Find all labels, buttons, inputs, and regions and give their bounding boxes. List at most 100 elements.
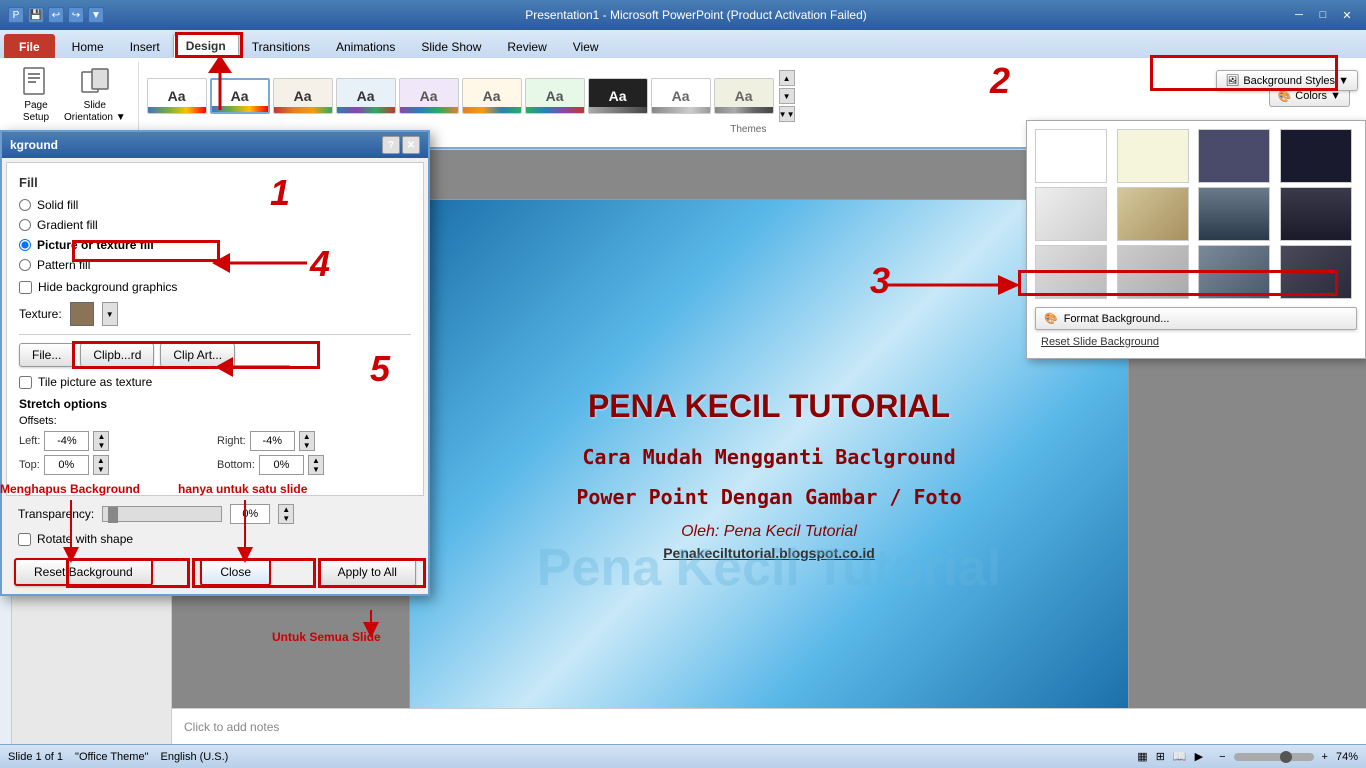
theme-9[interactable]: Aa	[651, 78, 711, 114]
theme-10[interactable]: Aa	[714, 78, 774, 114]
texture-preview[interactable]	[70, 302, 94, 326]
bottom-offset-input[interactable]	[259, 455, 304, 475]
theme-3[interactable]: Aa	[273, 78, 333, 114]
bg-style-10[interactable]	[1117, 245, 1189, 299]
tile-checkbox[interactable]	[19, 376, 32, 389]
zoom-out-icon[interactable]: −	[1219, 751, 1225, 763]
theme-scroll-more[interactable]: ▼▼	[779, 106, 795, 122]
theme-5[interactable]: Aa	[399, 78, 459, 114]
close-button-dialog[interactable]: Close	[200, 558, 271, 586]
reset-slide-bg-button[interactable]: Reset Slide Background	[1035, 334, 1357, 350]
dialog-close-button[interactable]: ✕	[402, 136, 420, 154]
theme-4[interactable]: Aa	[336, 78, 396, 114]
bg-style-3[interactable]	[1198, 129, 1270, 183]
minimize-button[interactable]: ─	[1288, 5, 1310, 25]
tab-home[interactable]: Home	[59, 34, 117, 58]
zoom-in-icon[interactable]: +	[1322, 751, 1328, 763]
theme-1[interactable]: Aa	[147, 78, 207, 114]
hide-background-option[interactable]: Hide background graphics	[19, 280, 411, 294]
hide-background-label: Hide background graphics	[38, 280, 177, 294]
rotate-label: Rotate with shape	[37, 532, 133, 546]
view-reading-icon[interactable]: 📖	[1173, 750, 1187, 763]
bg-style-12[interactable]	[1280, 245, 1352, 299]
clipboard-button[interactable]: Clipb...rd	[80, 343, 154, 367]
tile-label: Tile picture as texture	[38, 375, 152, 389]
view-slide-sorter-icon[interactable]: ⊞	[1156, 750, 1165, 763]
ribbon-tabs: File Home Insert Design Transitions Anim…	[0, 30, 1366, 58]
left-offset-spinner[interactable]: ▲▼	[93, 431, 109, 451]
app-icon[interactable]: P	[8, 7, 24, 23]
theme-8[interactable]: Aa	[588, 78, 648, 114]
fill-section-title: Fill	[19, 175, 411, 190]
format-background-button[interactable]: 🎨 Format Background...	[1035, 307, 1357, 330]
right-offset-spinner[interactable]: ▲▼	[299, 431, 315, 451]
dialog-help-button[interactable]: ?	[382, 136, 400, 154]
tab-file[interactable]: File	[4, 34, 55, 58]
theme-6[interactable]: Aa	[462, 78, 522, 114]
transparency-input[interactable]	[230, 504, 270, 524]
tab-slideshow[interactable]: Slide Show	[408, 34, 494, 58]
bg-style-7[interactable]	[1198, 187, 1270, 241]
texture-dropdown[interactable]: ▼	[102, 302, 118, 326]
rotate-checkbox-row[interactable]: Rotate with shape	[18, 532, 412, 546]
bg-style-9[interactable]	[1035, 245, 1107, 299]
restore-button[interactable]: □	[1312, 5, 1334, 25]
stretch-options: Stretch options Offsets: Left: ▲▼ Right:…	[19, 397, 411, 475]
bg-style-11[interactable]	[1198, 245, 1270, 299]
theme-7[interactable]: Aa	[525, 78, 585, 114]
tab-design[interactable]: Design	[173, 34, 239, 58]
bg-style-1[interactable]	[1035, 129, 1107, 183]
rotate-section: Rotate with shape	[2, 528, 428, 550]
close-button[interactable]: ✕	[1336, 5, 1358, 25]
gradient-fill-radio[interactable]	[19, 219, 31, 231]
file-button[interactable]: File...	[19, 343, 74, 367]
bg-style-4[interactable]	[1280, 129, 1352, 183]
background-styles-button[interactable]: 🖼 Background Styles ▼	[1216, 70, 1358, 91]
theme-2[interactable]: Aa	[210, 78, 270, 114]
tab-transitions[interactable]: Transitions	[239, 34, 323, 58]
bg-style-2[interactable]	[1117, 129, 1189, 183]
rotate-checkbox[interactable]	[18, 533, 31, 546]
view-normal-icon[interactable]: ▦	[1137, 750, 1147, 763]
solid-fill-option[interactable]: Solid fill	[19, 198, 411, 212]
bg-style-6[interactable]	[1117, 187, 1189, 241]
page-setup-label: PageSetup	[23, 100, 49, 124]
tab-animations[interactable]: Animations	[323, 34, 408, 58]
slide-orientation-button[interactable]: SlideOrientation ▼	[60, 62, 130, 128]
clip-art-button[interactable]: Clip Art...	[160, 343, 235, 367]
view-slideshow-icon[interactable]: ▶	[1195, 750, 1203, 763]
left-offset-input[interactable]	[44, 431, 89, 451]
bottom-offset-spinner[interactable]: ▲▼	[308, 455, 324, 475]
zoom-slider[interactable]	[1234, 753, 1314, 761]
hide-background-checkbox[interactable]	[19, 281, 32, 294]
redo-icon[interactable]: ↪	[68, 7, 84, 23]
transparency-slider[interactable]	[102, 506, 222, 522]
reset-background-button[interactable]: Reset Background	[14, 558, 153, 586]
tile-checkbox-row[interactable]: Tile picture as texture	[19, 375, 411, 389]
gradient-fill-option[interactable]: Gradient fill	[19, 218, 411, 232]
theme-scroll-up[interactable]: ▲	[779, 70, 795, 86]
customize-icon[interactable]: ▼	[88, 7, 104, 23]
bg-style-8[interactable]	[1280, 187, 1352, 241]
tab-insert[interactable]: Insert	[117, 34, 173, 58]
picture-fill-radio[interactable]	[19, 239, 31, 251]
transparency-spinner[interactable]: ▲▼	[278, 504, 294, 524]
bg-styles-icon: 🖼	[1225, 74, 1239, 87]
tab-review[interactable]: Review	[494, 34, 559, 58]
top-offset-input[interactable]	[44, 455, 89, 475]
picture-fill-label: Picture or texture fill	[37, 238, 154, 252]
slide-canvas[interactable]: PENA KECIL TUTORIAL Cara Mudah Mengganti…	[409, 199, 1129, 719]
pattern-fill-radio[interactable]	[19, 259, 31, 271]
page-setup-button[interactable]: PageSetup	[16, 62, 56, 128]
solid-fill-radio[interactable]	[19, 199, 31, 211]
top-offset-spinner[interactable]: ▲▼	[93, 455, 109, 475]
quick-save-icon[interactable]: 💾	[28, 7, 44, 23]
tab-view[interactable]: View	[560, 34, 612, 58]
bg-style-5[interactable]	[1035, 187, 1107, 241]
apply-to-all-button[interactable]: Apply to All	[319, 558, 416, 586]
picture-fill-option[interactable]: Picture or texture fill	[19, 238, 411, 252]
undo-icon[interactable]: ↩	[48, 7, 64, 23]
pattern-fill-option[interactable]: Pattern fill	[19, 258, 411, 272]
right-offset-input[interactable]	[250, 431, 295, 451]
theme-scroll-down[interactable]: ▼	[779, 88, 795, 104]
